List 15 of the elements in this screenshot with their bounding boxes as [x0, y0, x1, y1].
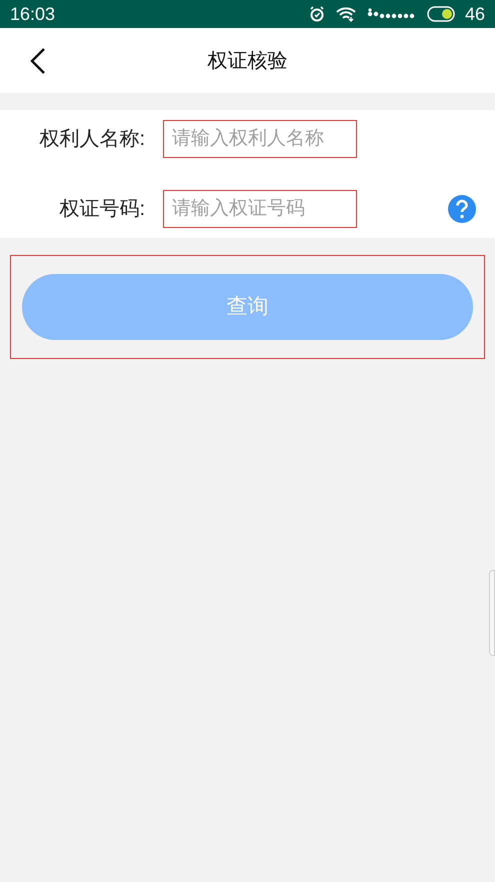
wifi-icon	[334, 6, 357, 22]
status-time: 16:03	[10, 2, 56, 26]
query-button[interactable]: 查询	[22, 274, 473, 340]
field-label: 权证号码:	[58, 197, 145, 222]
battery-percent: 46	[464, 2, 485, 26]
alarm-icon	[308, 6, 325, 22]
signal-icon	[366, 8, 417, 20]
edge-handle[interactable]	[489, 570, 495, 656]
battery-icon	[426, 6, 455, 22]
chevron-left-icon	[30, 48, 46, 74]
page-title: 权证核验	[208, 48, 288, 74]
help-icon[interactable]	[447, 194, 477, 224]
input-field[interactable]: 请输入权利人名称	[163, 120, 357, 158]
input-field[interactable]: 请输入权证号码	[163, 190, 357, 228]
field-label: 权利人名称:	[38, 127, 145, 152]
